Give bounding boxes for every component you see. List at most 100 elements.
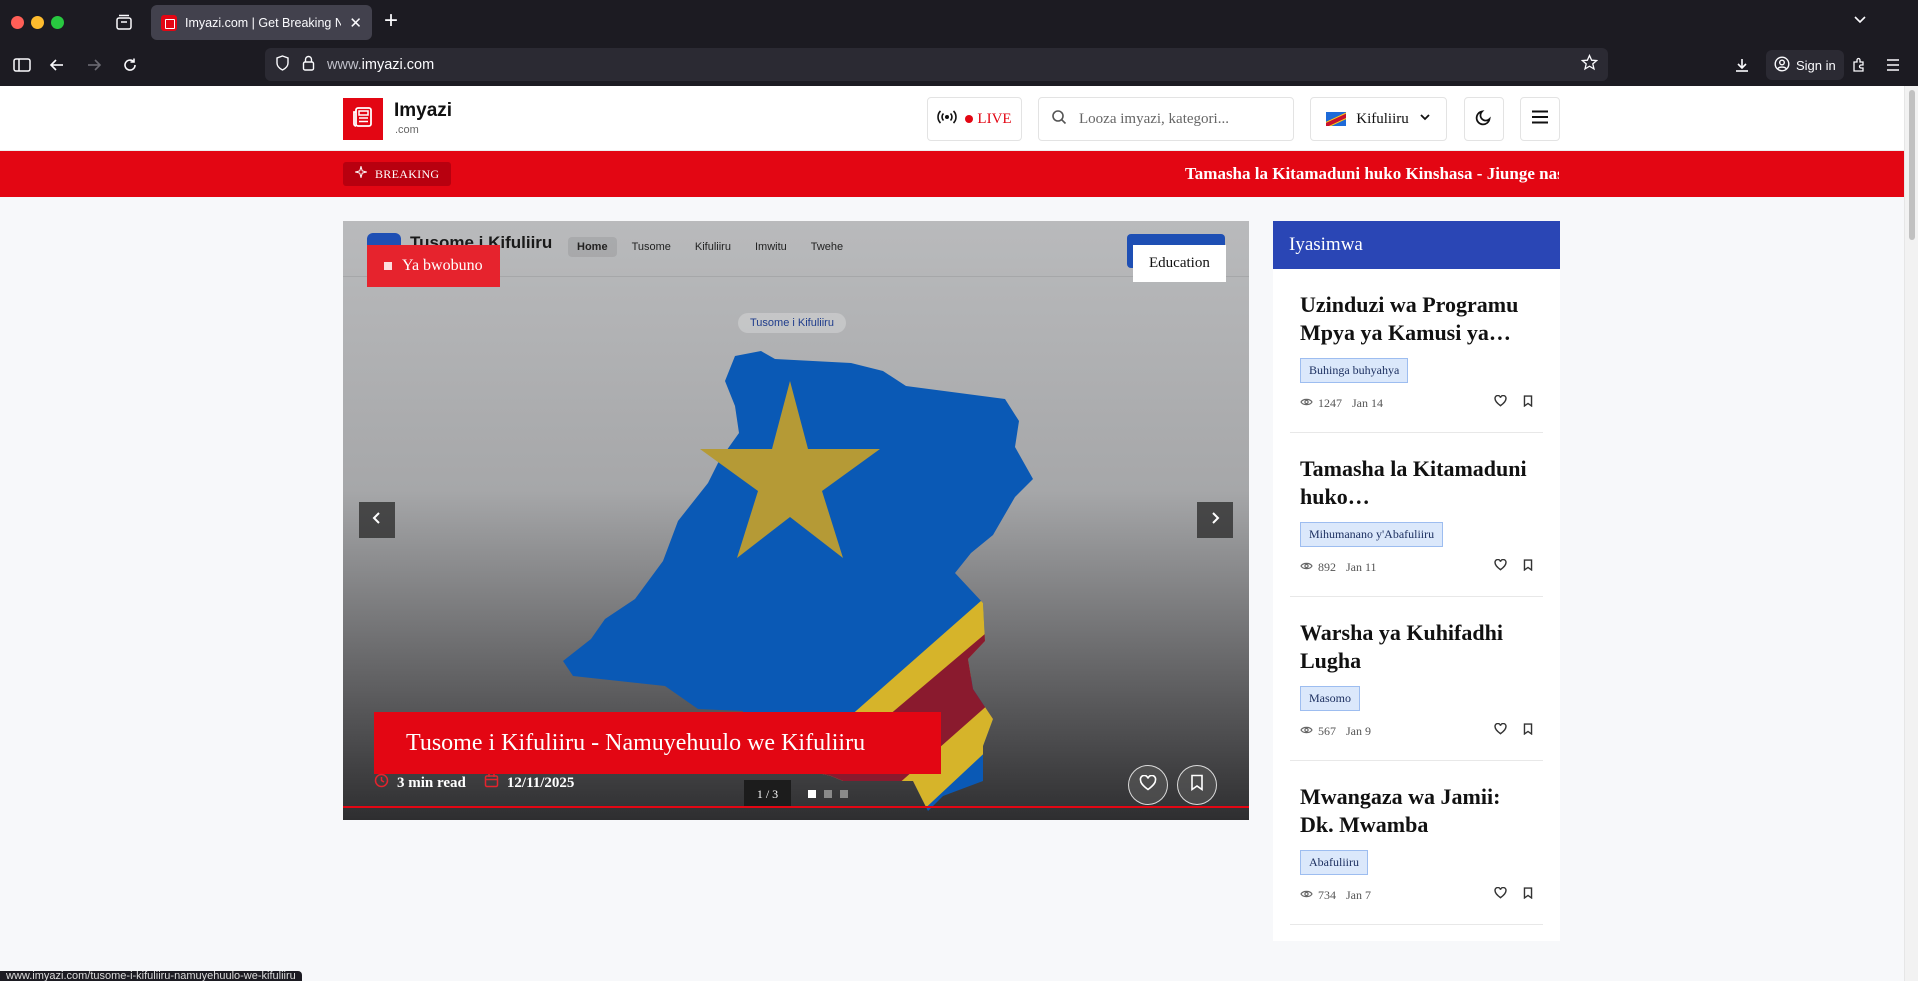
- article-actions: [1494, 394, 1533, 411]
- eye-icon: [1300, 560, 1313, 575]
- menu-button[interactable]: [1520, 97, 1560, 141]
- eye-icon: [1300, 888, 1313, 903]
- publish-date: 12/11/2025: [484, 773, 574, 793]
- list-item[interactable]: Uzinduzi wa Programu Mpya ya Kamusi ya… …: [1290, 269, 1543, 433]
- bookmark-icon[interactable]: [1523, 395, 1533, 411]
- article-title[interactable]: Tamasha la Kitamaduni huko…: [1300, 455, 1533, 511]
- slider-dot[interactable]: [840, 790, 848, 798]
- star-icon[interactable]: [1580, 53, 1599, 75]
- status-url: www.imyazi.com/tusome-i-kifuliiru-namuye…: [6, 971, 296, 981]
- live-dot: [965, 115, 974, 123]
- heart-icon[interactable]: [1494, 722, 1507, 739]
- article-title[interactable]: Mwangaza wa Jamii: Dk. Mwamba: [1300, 783, 1533, 839]
- article-title[interactable]: Uzinduzi wa Programu Mpya ya Kamusi ya…: [1300, 291, 1533, 347]
- article-actions: [1494, 722, 1533, 739]
- menu-icon[interactable]: [1882, 54, 1904, 76]
- live-button[interactable]: LIVE: [927, 97, 1022, 141]
- list-item[interactable]: Tamasha la Kitamaduni huko… Mihumanano y…: [1290, 433, 1543, 597]
- view-count-text: 1247: [1318, 395, 1342, 410]
- sidebar-list: Uzinduzi wa Programu Mpya ya Kamusi ya… …: [1273, 269, 1560, 925]
- download-icon[interactable]: [1731, 54, 1753, 76]
- article-date: Jan 7: [1346, 887, 1371, 902]
- url-text[interactable]: www.imyazi.com: [327, 57, 434, 73]
- logo-name[interactable]: Imyazi: [394, 100, 452, 122]
- clock-icon: [374, 773, 389, 793]
- extensions-icon[interactable]: [1848, 54, 1870, 76]
- window-zoom-button[interactable]: [51, 16, 64, 29]
- window-close-button[interactable]: [11, 16, 24, 29]
- category-badge[interactable]: Ya bwobuno: [367, 245, 500, 287]
- browser-chrome: Imyazi.com | Get Breaking News ✕ + w: [0, 0, 1918, 86]
- embedded-pill: Tusome i Kifuliiru: [738, 313, 846, 333]
- bookmark-icon[interactable]: [1523, 887, 1533, 903]
- square-icon: [384, 262, 392, 270]
- browser-tab[interactable]: Imyazi.com | Get Breaking News ✕: [151, 5, 372, 40]
- sidebar-icon[interactable]: [11, 54, 33, 76]
- category-tag[interactable]: Mihumanano y'Abafuliiru: [1300, 522, 1444, 547]
- broadcast-icon: [937, 109, 958, 130]
- ticker-text[interactable]: Tamasha la Kitamaduni huko Kinshasa - Ji…: [1185, 164, 1559, 184]
- back-icon[interactable]: [46, 54, 68, 76]
- scrollbar-thumb[interactable]: [1909, 90, 1915, 240]
- slider-progress: [343, 806, 1249, 808]
- url-bar[interactable]: www.imyazi.com: [265, 48, 1608, 81]
- site-logo[interactable]: [343, 98, 383, 140]
- list-item[interactable]: Warsha ya Kuhifadhi Lugha Masomo 567 Jan…: [1290, 597, 1543, 761]
- embedded-menu: Home Tusome Kifuliiru Imwitu Twehe: [568, 237, 852, 257]
- chevron-down-icon[interactable]: [1852, 12, 1868, 33]
- dark-mode-toggle[interactable]: [1464, 97, 1504, 141]
- lock-icon[interactable]: [302, 55, 315, 75]
- category-tag[interactable]: Masomo: [1300, 686, 1360, 711]
- forward-icon[interactable]: [83, 54, 105, 76]
- topic-badge[interactable]: Education: [1133, 245, 1226, 282]
- account-icon: [1774, 55, 1790, 75]
- embedded-menu-item: Imwitu: [754, 241, 787, 253]
- heart-icon[interactable]: [1494, 394, 1507, 411]
- article-date: Jan 9: [1346, 723, 1371, 738]
- close-icon[interactable]: ✕: [349, 14, 362, 32]
- bookmark-button[interactable]: [1177, 765, 1217, 805]
- shield-icon[interactable]: [275, 54, 290, 75]
- tab-bar: Imyazi.com | Get Breaking News ✕ +: [0, 0, 1918, 44]
- bookmark-icon[interactable]: [1523, 723, 1533, 739]
- article-date: Jan 11: [1346, 559, 1377, 574]
- slider-next-button[interactable]: [1197, 502, 1233, 538]
- category-tag[interactable]: Abafuliiru: [1300, 850, 1368, 875]
- language-selector[interactable]: Kifuliiru: [1310, 97, 1447, 141]
- view-count: 892: [1300, 560, 1336, 575]
- heart-icon[interactable]: [1494, 558, 1507, 575]
- tab-title: Imyazi.com | Get Breaking News: [185, 15, 342, 30]
- window-minimize-button[interactable]: [31, 16, 44, 29]
- heart-icon[interactable]: [1494, 886, 1507, 903]
- list-item[interactable]: Mwangaza wa Jamii: Dk. Mwamba Abafuliiru…: [1290, 761, 1543, 925]
- hamburger-icon: [1531, 110, 1549, 129]
- popular-sidebar: Iyasimwa Uzinduzi wa Programu Mpya ya Ka…: [1273, 221, 1560, 941]
- category-tag[interactable]: Buhinga buhyahya: [1300, 358, 1409, 383]
- like-button[interactable]: [1128, 765, 1168, 805]
- search-input[interactable]: [1079, 110, 1269, 128]
- category-badge-label: Ya bwobuno: [402, 257, 483, 274]
- tabs-icon[interactable]: [114, 12, 134, 32]
- slider-prev-button[interactable]: [359, 502, 395, 538]
- article-date: Jan 14: [1352, 395, 1383, 410]
- ticker[interactable]: Tamasha la Kitamaduni huko Kinshasa - Ji…: [1180, 151, 1559, 197]
- navigation-bar: www.imyazi.com Sign in: [0, 44, 1918, 86]
- bookmark-icon[interactable]: [1523, 559, 1533, 575]
- sidebar-title: Iyasimwa: [1273, 221, 1560, 269]
- sign-in-button[interactable]: Sign in: [1766, 50, 1844, 80]
- embedded-menu-item: Tusome: [631, 241, 671, 253]
- article-title[interactable]: Warsha ya Kuhifadhi Lugha: [1300, 619, 1533, 675]
- hero-slider[interactable]: Tusome i Kifuliiru Home Tusome Kifuliiru…: [343, 221, 1249, 820]
- search-box[interactable]: [1038, 97, 1294, 141]
- page-scrollbar[interactable]: [1904, 86, 1918, 981]
- new-tab-button[interactable]: +: [384, 9, 398, 33]
- slider-dot[interactable]: [824, 790, 832, 798]
- chevron-left-icon: [371, 511, 383, 530]
- hero-title-text[interactable]: Tusome i Kifuliiru - Namuyehuulo we Kifu…: [406, 730, 865, 757]
- breaking-news-bar: BREAKING Tamasha la Kitamaduni huko Kins…: [0, 151, 1904, 197]
- reload-icon[interactable]: [119, 54, 141, 76]
- view-count-text: 892: [1318, 559, 1336, 574]
- slider-dot[interactable]: [808, 790, 816, 798]
- hero-title[interactable]: Tusome i Kifuliiru - Namuyehuulo we Kifu…: [374, 712, 941, 774]
- url-domain: imyazi.com: [361, 56, 435, 73]
